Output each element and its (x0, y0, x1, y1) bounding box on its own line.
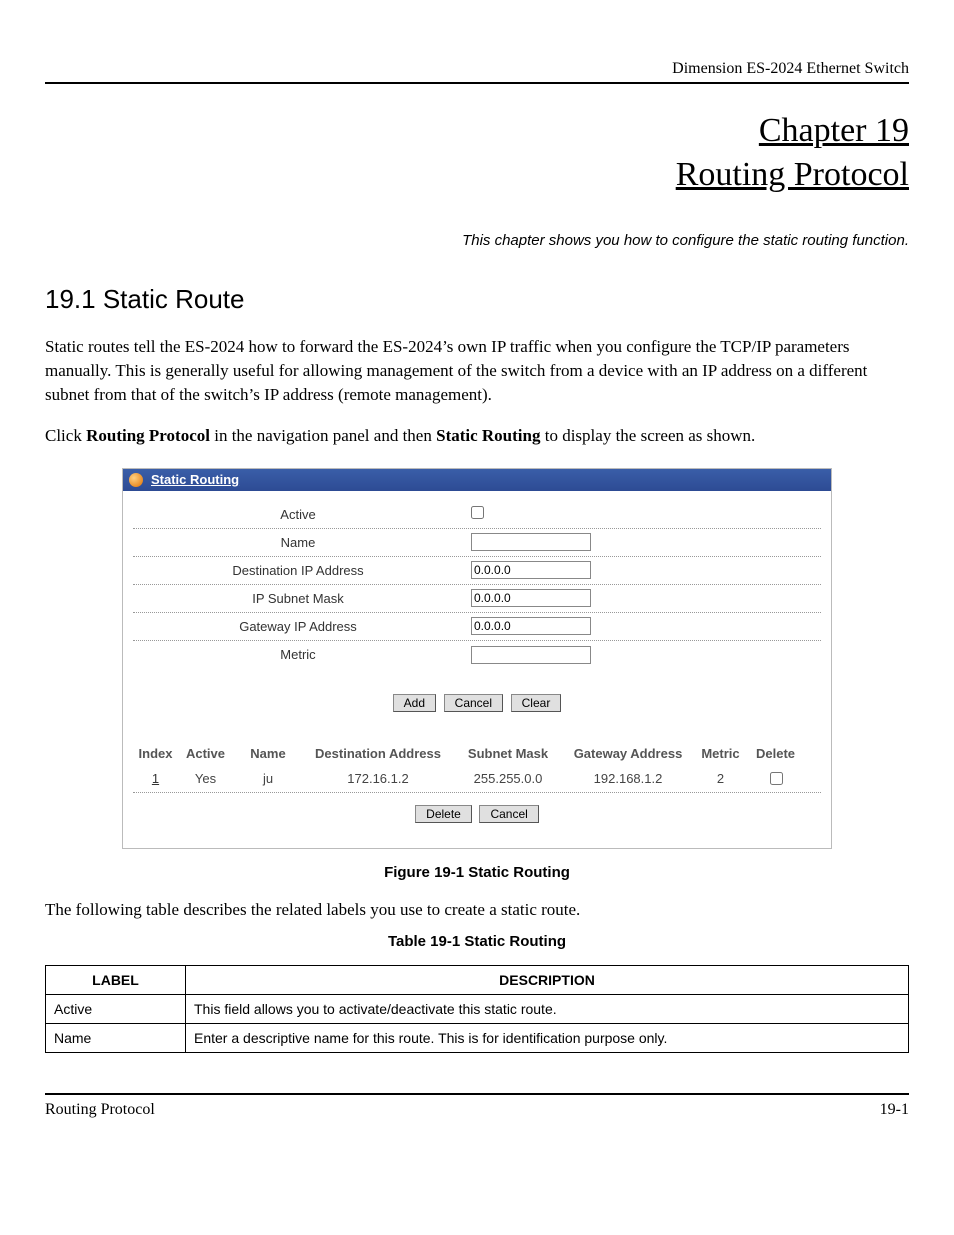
label-dest-ip: Destination IP Address (133, 563, 463, 578)
row-active: Yes (178, 771, 233, 786)
desc-cell-desc: Enter a descriptive name for this route.… (186, 1024, 909, 1053)
desc-cell-label: Name (46, 1024, 186, 1053)
row-metric: 2 (693, 771, 748, 786)
col-header-delete: Delete (748, 746, 803, 761)
delete-button[interactable]: Delete (415, 805, 472, 823)
name-input[interactable] (471, 533, 591, 551)
row-dest: 172.16.1.2 (303, 771, 453, 786)
dest-ip-input[interactable] (471, 561, 591, 579)
gateway-ip-input[interactable] (471, 617, 591, 635)
metric-input[interactable] (471, 646, 591, 664)
clear-button[interactable]: Clear (511, 694, 562, 712)
col-header-index: Index (133, 746, 178, 761)
desc-cell-label: Active (46, 995, 186, 1024)
col-header-name: Name (233, 746, 303, 761)
panel-title: Static Routing (151, 472, 239, 487)
table-intro: The following table describes the relate… (45, 898, 909, 922)
label-gateway-ip: Gateway IP Address (133, 619, 463, 634)
panel-header: Static Routing (123, 469, 831, 491)
desc-table-head-desc: DESCRIPTION (186, 966, 909, 995)
section-heading: 19.1 Static Route (45, 284, 909, 315)
desc-cell-desc: This field allows you to activate/deacti… (186, 995, 909, 1024)
chapter-subtitle: This chapter shows you how to configure … (45, 232, 909, 249)
footer-right: 19-1 (880, 1101, 909, 1119)
doc-header-product: Dimension ES-2024 Ethernet Switch (45, 60, 909, 84)
static-routing-panel: Static Routing Active Name Destination I… (122, 468, 832, 849)
row-name: ju (233, 771, 303, 786)
footer-left: Routing Protocol (45, 1101, 155, 1119)
header-dot-icon (129, 473, 143, 487)
desc-table-row: Name Enter a descriptive name for this r… (46, 1024, 909, 1053)
label-name: Name (133, 535, 463, 550)
label-metric: Metric (133, 647, 463, 662)
paragraph-2: Click Routing Protocol in the navigation… (45, 424, 909, 448)
label-active: Active (133, 507, 463, 522)
col-header-active: Active (178, 746, 233, 761)
route-list-row: 1 Yes ju 172.16.1.2 255.255.0.0 192.168.… (133, 765, 821, 793)
row-delete-checkbox[interactable] (770, 772, 783, 785)
cancel-button-2[interactable]: Cancel (479, 805, 538, 823)
cancel-button[interactable]: Cancel (444, 694, 503, 712)
description-table: LABEL DESCRIPTION Active This field allo… (45, 965, 909, 1053)
col-header-dest: Destination Address (303, 746, 453, 761)
active-checkbox[interactable] (471, 506, 484, 519)
paragraph-1: Static routes tell the ES-2024 how to fo… (45, 335, 909, 406)
col-header-gateway: Gateway Address (563, 746, 693, 761)
row-mask: 255.255.0.0 (453, 771, 563, 786)
row-index-link[interactable]: 1 (152, 771, 159, 786)
row-gateway: 192.168.1.2 (563, 771, 693, 786)
desc-table-row: Active This field allows you to activate… (46, 995, 909, 1024)
col-header-metric: Metric (693, 746, 748, 761)
chapter-name: Routing Protocol (676, 156, 909, 193)
figure-caption: Figure 19-1 Static Routing (45, 864, 909, 881)
add-button[interactable]: Add (393, 694, 436, 712)
subnet-mask-input[interactable] (471, 589, 591, 607)
table-caption: Table 19-1 Static Routing (45, 933, 909, 950)
label-subnet-mask: IP Subnet Mask (133, 591, 463, 606)
chapter-title: Chapter 19 Routing Protocol (45, 109, 909, 197)
col-header-mask: Subnet Mask (453, 746, 563, 761)
chapter-number: Chapter 19 (759, 112, 909, 149)
desc-table-head-label: LABEL (46, 966, 186, 995)
route-list-header: Index Active Name Destination Address Su… (133, 742, 821, 765)
